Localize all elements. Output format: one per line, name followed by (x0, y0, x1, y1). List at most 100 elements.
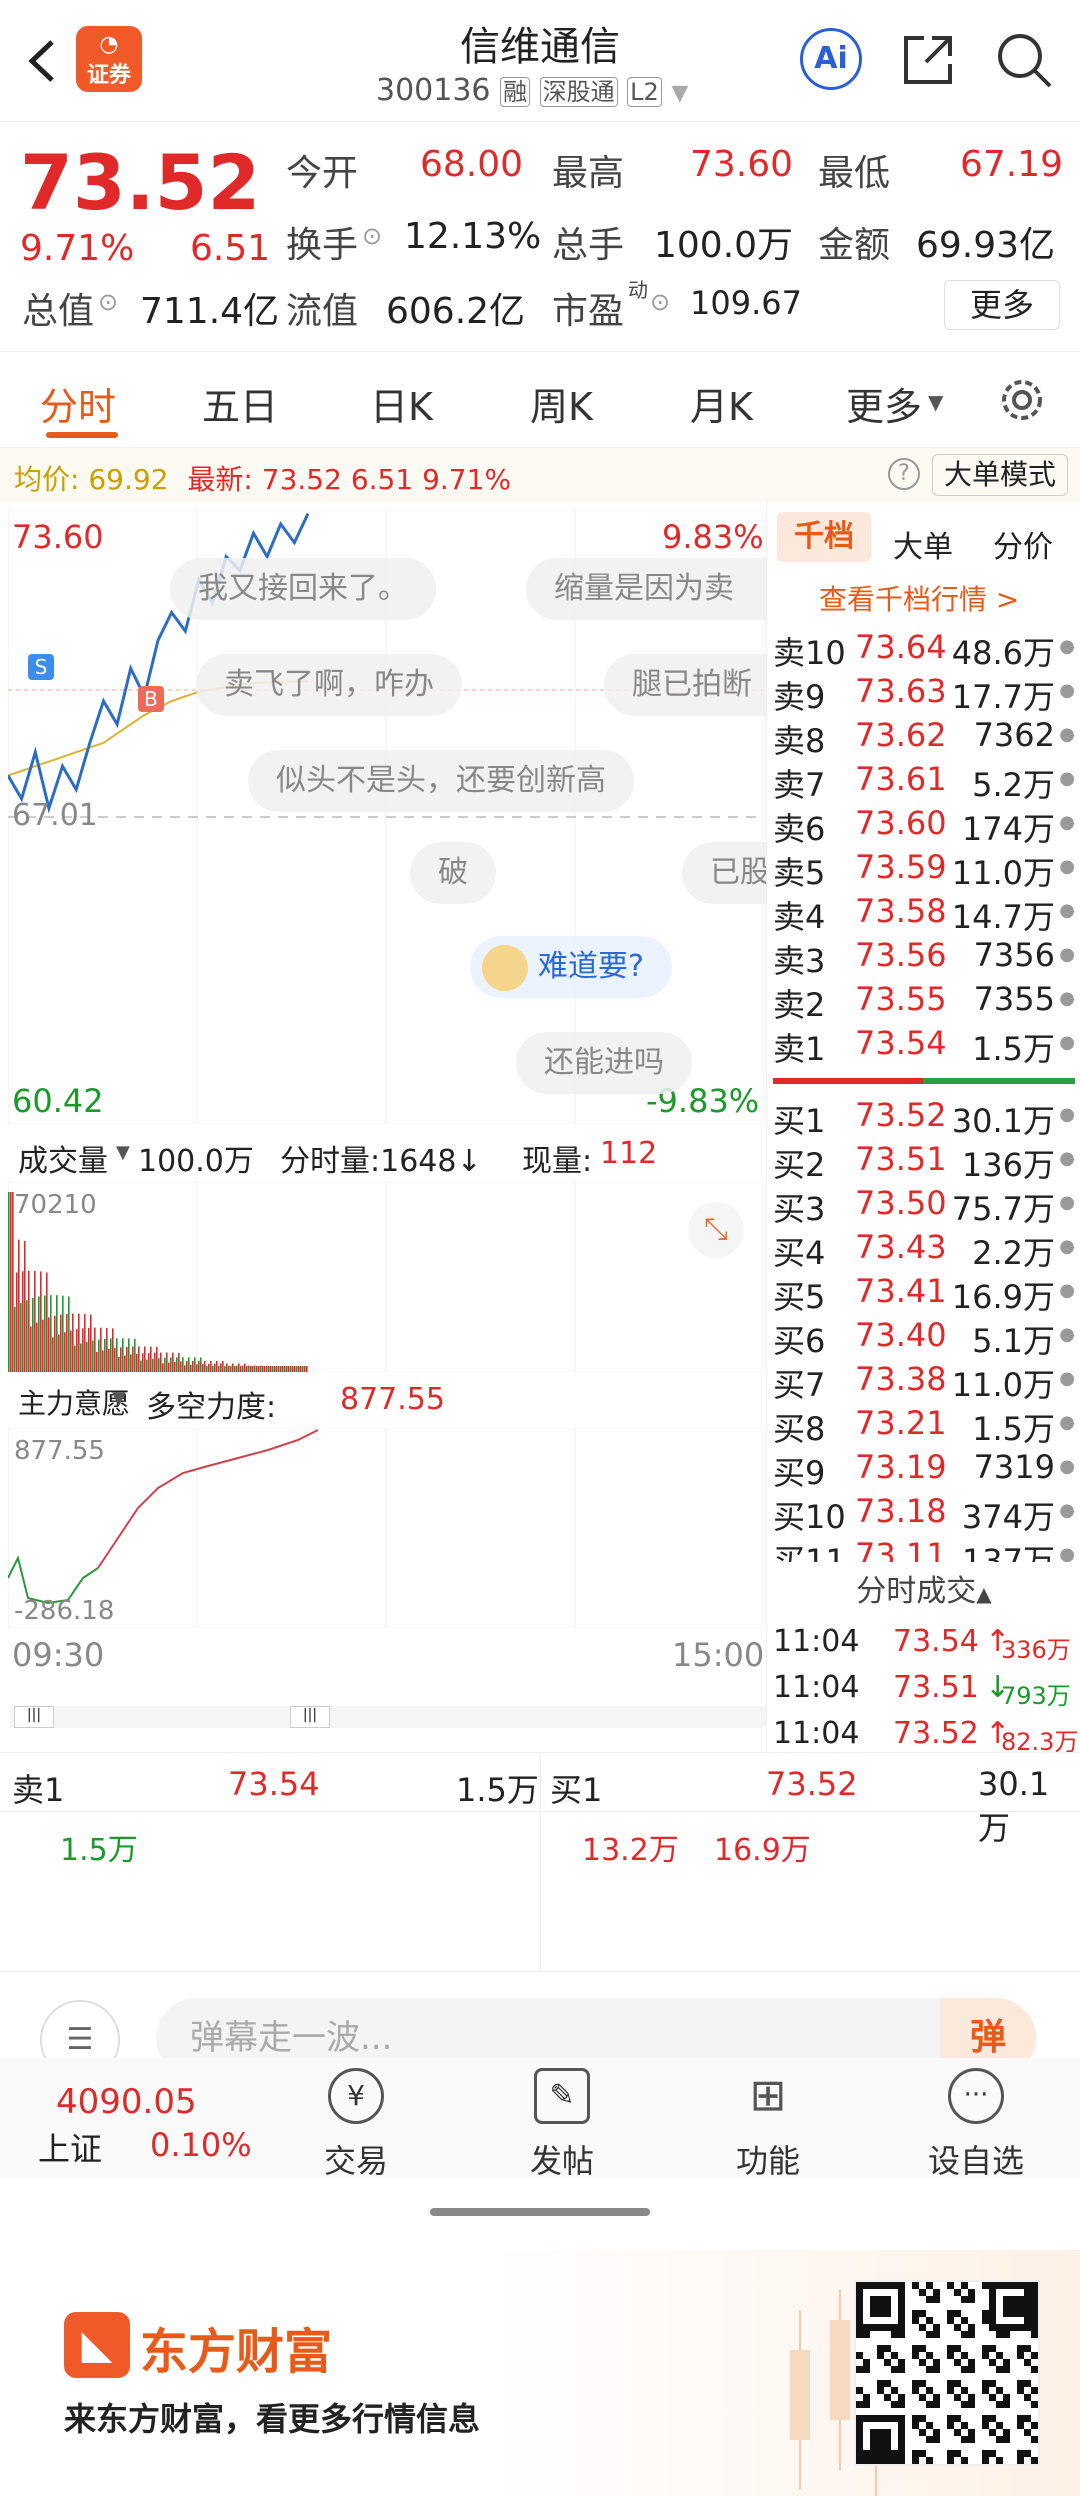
expand-icon[interactable]: ⤡ (688, 1202, 744, 1258)
qr-module (961, 2422, 968, 2429)
broker-badge[interactable]: ◔ 证券 (76, 26, 142, 92)
danmaku-input[interactable]: 弹幕走一波... (156, 1998, 1036, 2058)
search-icon[interactable] (994, 30, 1054, 90)
trades-header[interactable]: 分时成交▲ (767, 1566, 1080, 1626)
nav-functions[interactable]: ⊞ 功能 (688, 2068, 848, 2182)
bid-row[interactable]: 买1 73.52 30.1万 ● (767, 1092, 1080, 1140)
ask-row[interactable]: 卖8 73.62 7362 ● (767, 712, 1080, 760)
bid-row[interactable]: 买10 73.18 374万 ● (767, 1488, 1080, 1536)
ai-button[interactable]: Ai (800, 28, 862, 90)
qr-module (891, 2450, 898, 2457)
qr-module (947, 2310, 954, 2317)
qr-module (1017, 2450, 1024, 2457)
qr-module (1010, 2310, 1017, 2317)
info-icon[interactable]: ⊙ (98, 288, 118, 316)
slider-handle-right[interactable]: ||| (290, 1706, 330, 1728)
pe-dynamic-mark: 动 (628, 278, 648, 302)
bid-row[interactable]: 买5 73.41 16.9万 ● (767, 1268, 1080, 1316)
intraday-chart-area[interactable]: 73.60 9.83% 67.01 60.42 -9.83% S B 我又接回来… (0, 502, 766, 1752)
time-range-slider[interactable]: ||| ||| (10, 1706, 766, 1728)
bid-row[interactable]: 买3 73.50 75.7万 ● (767, 1180, 1080, 1228)
bid-row[interactable]: 买11 73.11 137万 ● (767, 1532, 1080, 1562)
ask-row[interactable]: 卖4 73.58 14.7万 ● (767, 888, 1080, 936)
danmaku-send-button[interactable]: 弹 (940, 1998, 1036, 2058)
slider-handle-left[interactable]: ||| (14, 1706, 54, 1728)
dot-icon: ● (1059, 1280, 1075, 1301)
ask-row[interactable]: 卖9 73.63 17.7万 ● (767, 668, 1080, 716)
index-name: 上证 (38, 2130, 103, 2168)
volume-bar (108, 1349, 110, 1372)
ask-row[interactable]: 卖2 73.55 7355 ● (767, 976, 1080, 1024)
volume-bar (10, 1192, 12, 1372)
tab-intraday[interactable]: 分时 (40, 376, 116, 431)
ask-volume: 7356 (973, 936, 1055, 974)
qr-module (863, 2331, 870, 2338)
back-icon[interactable] (22, 36, 62, 86)
big-order-mode-button[interactable]: 大单模式 (932, 454, 1068, 496)
volume-bar (96, 1352, 98, 1372)
settings-gear-icon[interactable] (996, 374, 1048, 426)
bid-price: 73.51 (855, 1140, 947, 1178)
ask-volume: 7355 (973, 980, 1055, 1018)
qr-module (898, 2331, 905, 2338)
qr-module (1017, 2296, 1024, 2303)
tab-active-indicator (46, 432, 118, 438)
danmaku-input-bar: ☰ 弹幕走一波... 弹 (0, 1972, 1080, 2058)
ask-row[interactable]: 卖6 73.60 174万 ● (767, 800, 1080, 848)
nav-trade[interactable]: ¥ 交易 (276, 2068, 436, 2182)
nav-add-watchlist[interactable]: ··· 设自选 (896, 2068, 1056, 2182)
volume-bar (226, 1363, 228, 1372)
ob-tab-level1000[interactable]: 千档 (777, 512, 871, 562)
tab-monthly-k[interactable]: 月K (690, 376, 753, 431)
indicator-bottom-label: -286.18 (14, 1596, 115, 1626)
qr-module (947, 2380, 954, 2387)
tab-more[interactable]: 更多 (846, 376, 922, 431)
current-volume-value: 112 (600, 1136, 658, 1171)
ask-row[interactable]: 卖3 73.56 7356 ● (767, 932, 1080, 980)
indicator-chart[interactable] (8, 1428, 764, 1628)
depth-sell-vol: 1.5万 (456, 1771, 539, 1809)
ask-row[interactable]: 卖5 73.59 11.0万 ● (767, 844, 1080, 892)
ob-tab-bigorder[interactable]: 大单 (893, 522, 953, 566)
low-label: 最低 (818, 153, 891, 194)
tab-5day[interactable]: 五日 (202, 376, 278, 431)
latest-value: 73.52 (261, 463, 342, 496)
danmaku-list-icon[interactable]: ☰ (40, 2000, 120, 2058)
bid-row[interactable]: 买9 73.19 7319 ● (767, 1444, 1080, 1492)
dropdown-icon[interactable]: ▼ (671, 81, 688, 106)
bid-row[interactable]: 买6 73.40 5.1万 ● (767, 1312, 1080, 1360)
info-icon[interactable]: ⊙ (650, 288, 670, 316)
bid-row[interactable]: 买4 73.43 2.2万 ● (767, 1224, 1080, 1272)
volume-selector[interactable]: 成交量 (18, 1136, 108, 1180)
qr-module (926, 2296, 933, 2303)
ob-view-more-link[interactable]: 查看千档行情 > (819, 578, 1019, 618)
buy-marker[interactable]: B (138, 686, 164, 712)
volume-chart[interactable] (8, 1182, 764, 1372)
bid-row[interactable]: 买8 73.21 1.5万 ● (767, 1400, 1080, 1448)
info-icon[interactable]: ⊙ (362, 222, 382, 250)
qr-module (996, 2282, 1003, 2289)
nav-post[interactable]: ✎ 发帖 (482, 2068, 642, 2182)
bid-row[interactable]: 买7 73.38 11.0万 ● (767, 1356, 1080, 1404)
qr-module (870, 2457, 877, 2464)
help-icon[interactable]: ? (888, 458, 920, 490)
ob-tab-byprice[interactable]: 分价 (993, 522, 1053, 566)
bid-row[interactable]: 买2 73.51 136万 ● (767, 1136, 1080, 1184)
volume-bar (84, 1313, 86, 1372)
tab-daily-k[interactable]: 日K (370, 376, 433, 431)
time-start: 09:30 (12, 1636, 105, 1674)
ask-row[interactable]: 卖7 73.61 5.2万 ● (767, 756, 1080, 804)
sell-marker[interactable]: S (28, 654, 54, 680)
volume-bar (86, 1341, 88, 1372)
qr-module (856, 2324, 863, 2331)
ask-row[interactable]: 卖1 73.54 1.5万 ● (767, 1020, 1080, 1068)
ask-row[interactable]: 卖10 73.64 48.6万 ● (767, 624, 1080, 672)
share-icon[interactable] (898, 30, 958, 90)
price-info-bar: 均价: 69.92 最新: 73.52 6.51 9.71% ? 大单模式 (0, 448, 1080, 502)
volume-bar (90, 1314, 92, 1372)
tab-weekly-k[interactable]: 周K (530, 376, 593, 431)
index-value[interactable]: 4090.05 (56, 2082, 197, 2122)
index-pct: 0.10% (150, 2126, 252, 2164)
qr-module (863, 2282, 870, 2289)
more-button[interactable]: 更多 (944, 280, 1060, 330)
